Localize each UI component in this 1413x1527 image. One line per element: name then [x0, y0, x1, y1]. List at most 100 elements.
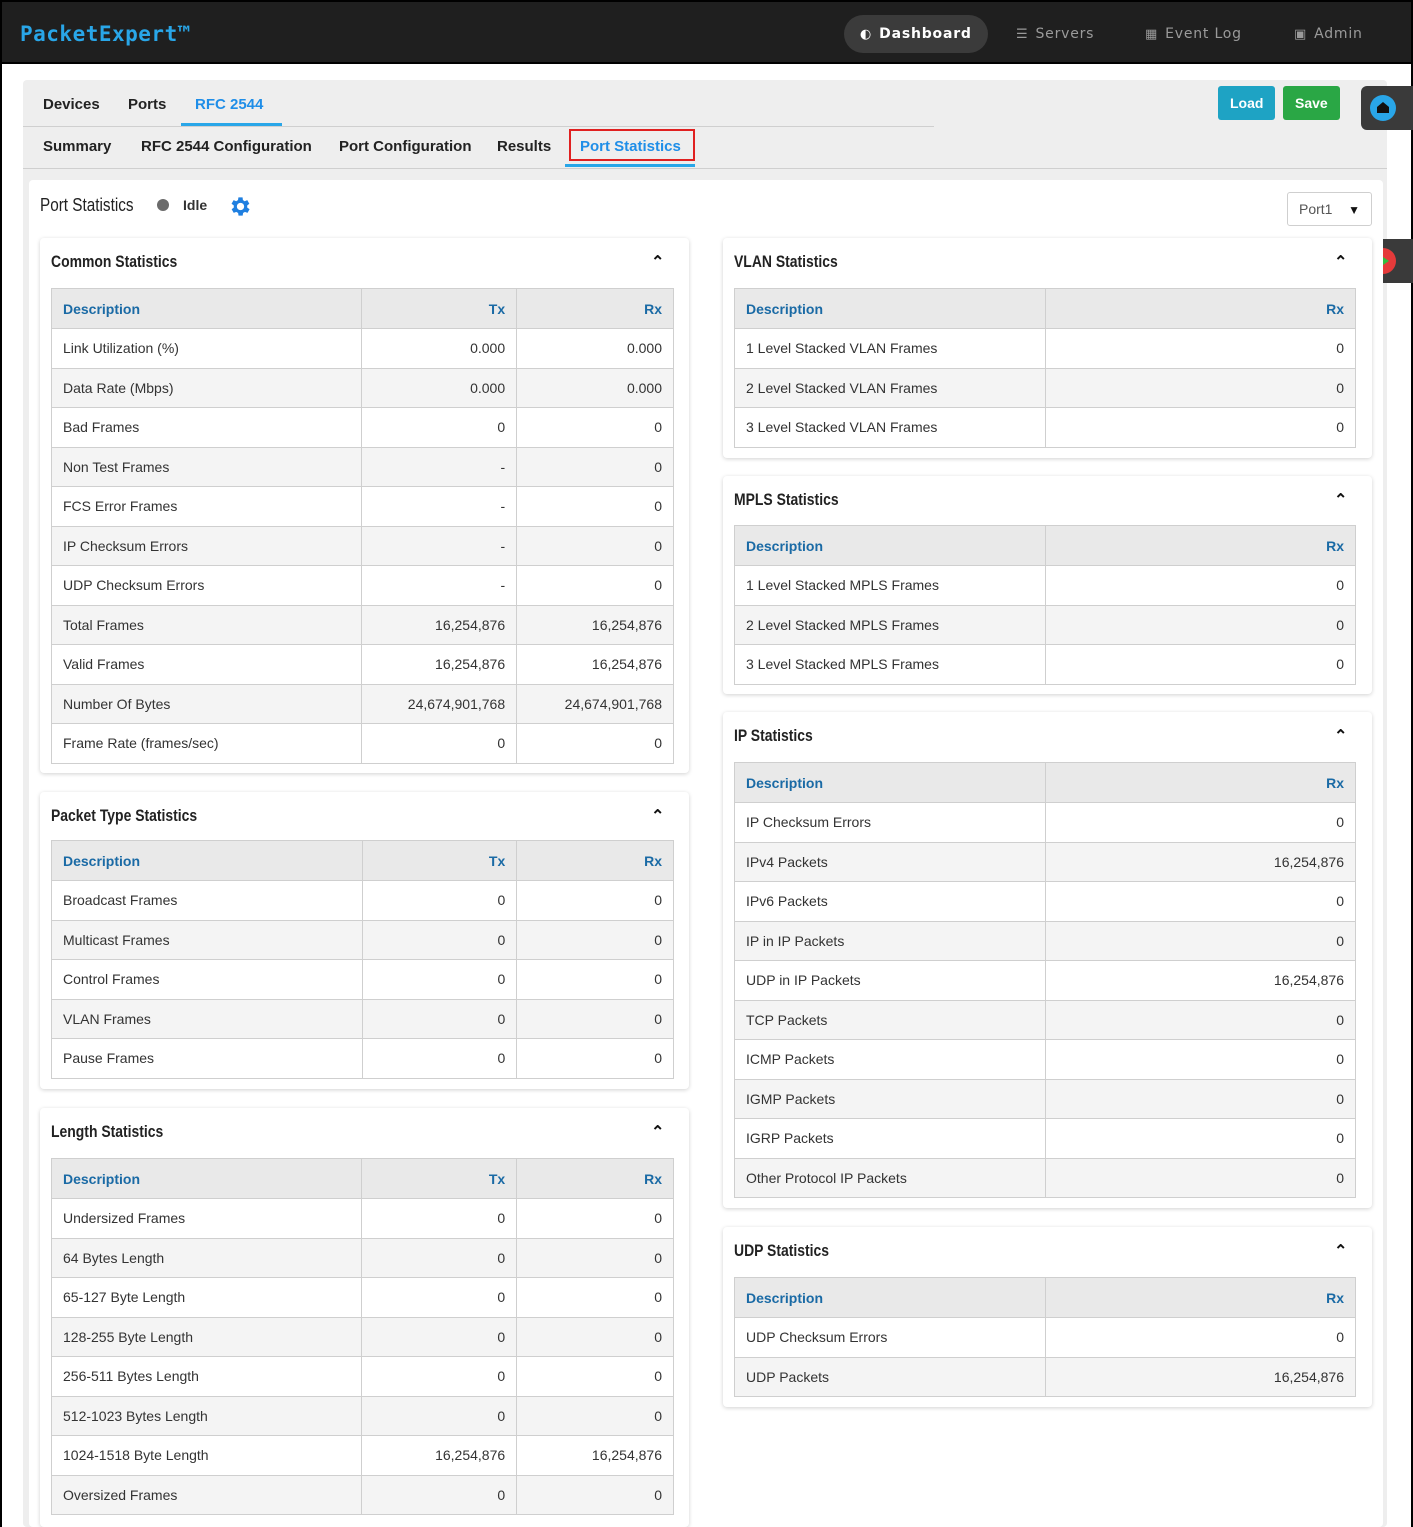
- table-row: VLAN Frames 0 0: [51, 998, 674, 1039]
- port-select-value: Port1: [1299, 201, 1333, 217]
- length-statistics-card: Length Statistics ⌃ Description Tx Rx Under…: [40, 1108, 689, 1527]
- row-description: 256-511 Bytes Length: [50, 1356, 363, 1397]
- top-tabs: Devices Ports RFC 2544: [23, 84, 934, 127]
- row-value: 0: [516, 880, 674, 921]
- save-button[interactable]: Save: [1283, 86, 1340, 120]
- nav-servers[interactable]: ☰ Servers: [1000, 15, 1110, 53]
- table-header-row: Description Tx Rx: [50, 1158, 674, 1199]
- vlan-statistics-table: Description Rx 1 Level Stacked VLAN Frames…: [734, 288, 1357, 448]
- column-header: Description: [50, 1158, 363, 1199]
- row-description: 65-127 Byte Length: [50, 1277, 363, 1318]
- row-value: -: [361, 565, 518, 606]
- table-row: Data Rate (Mbps) 0.000 0.000: [50, 367, 674, 408]
- table-row: Total Frames 16,254,876 16,254,876: [50, 604, 674, 645]
- gear-icon[interactable]: [228, 194, 253, 219]
- table-row: IP in IP Packets 0: [734, 920, 1356, 961]
- row-value: 0: [1044, 999, 1356, 1040]
- table-row: 512-1023 Bytes Length 0 0: [50, 1395, 674, 1436]
- column-header: Description: [734, 762, 1046, 803]
- tab-summary[interactable]: Summary: [43, 138, 111, 155]
- collapse-chevron-icon[interactable]: ⌃: [1334, 490, 1347, 510]
- row-description: Valid Frames: [50, 644, 363, 685]
- dashboard-icon: ◐: [860, 26, 873, 42]
- row-description: Control Frames: [51, 959, 363, 1000]
- row-value: 16,254,876: [361, 1435, 518, 1476]
- tab-ports[interactable]: Ports: [128, 96, 166, 113]
- row-value: 0: [516, 1356, 674, 1397]
- row-description: Bad Frames: [50, 407, 363, 448]
- row-value: 0: [1044, 920, 1356, 961]
- table-row: 128-255 Byte Length 0 0: [50, 1316, 674, 1357]
- row-description: Non Test Frames: [50, 446, 363, 487]
- table-row: IP Checksum Errors -0: [50, 525, 674, 566]
- mpls-statistics-card: MPLS Statistics ⌃ Description Rx 1 Level S…: [723, 476, 1372, 694]
- row-value: 0: [516, 1395, 674, 1436]
- column-header: Rx: [1044, 1277, 1356, 1318]
- row-value: 0: [361, 1356, 518, 1397]
- page-title: Port Statistics: [40, 195, 134, 215]
- row-description: VLAN Frames: [51, 998, 363, 1039]
- load-button[interactable]: Load: [1218, 86, 1276, 120]
- table-header-row: Description Rx: [734, 288, 1357, 329]
- mpls-statistics-table: Description Rx 1 Level Stacked MPLS Frames…: [734, 525, 1357, 685]
- tab-devices[interactable]: Devices: [43, 96, 100, 113]
- calendar-icon: ▦: [1145, 26, 1159, 42]
- row-value: 0: [516, 565, 674, 606]
- table-row: 2 Level Stacked VLAN Frames 0: [734, 367, 1357, 408]
- tab-port-statistics[interactable]: Port Statistics: [580, 138, 681, 155]
- row-value: 0: [1044, 604, 1357, 645]
- row-value: 0: [1044, 644, 1357, 685]
- tab-rfc2544[interactable]: RFC 2544: [195, 96, 263, 113]
- active-subtab-indicator: [565, 164, 695, 167]
- tab-port-configuration[interactable]: Port Configuration: [339, 138, 471, 155]
- row-description: TCP Packets: [734, 999, 1046, 1040]
- ip-statistics-card: IP Statistics ⌃ Description Rx IP Checksum…: [723, 712, 1372, 1208]
- table-row: 65-127 Byte Length 0 0: [50, 1277, 674, 1318]
- table-row: Valid Frames 16,254,876 16,254,876: [50, 644, 674, 685]
- port-select[interactable]: Port1 ▼: [1287, 192, 1372, 226]
- tab-rfc2544-configuration[interactable]: RFC 2544 Configuration: [141, 138, 312, 155]
- column-header: Description: [734, 525, 1046, 566]
- row-value: 0: [516, 1474, 674, 1515]
- nav-dashboard[interactable]: ◐ Dashboard: [844, 15, 988, 53]
- table-header-row: Description Rx: [734, 525, 1357, 566]
- nav-event-log-label: Event Log: [1165, 26, 1242, 42]
- brand-logo[interactable]: PacketExpert™: [20, 22, 191, 46]
- collapse-chevron-icon[interactable]: ⌃: [1334, 252, 1347, 272]
- length-statistics-title: Length Statistics: [51, 1122, 164, 1141]
- collapse-chevron-icon[interactable]: ⌃: [1334, 1241, 1347, 1261]
- row-value: 0: [1044, 1078, 1356, 1119]
- row-description: IGMP Packets: [734, 1078, 1046, 1119]
- collapse-chevron-icon[interactable]: ⌃: [651, 806, 664, 826]
- tab-results[interactable]: Results: [497, 138, 551, 155]
- ip-statistics-title: IP Statistics: [734, 726, 813, 745]
- table-row: Other Protocol IP Packets 0: [734, 1157, 1356, 1198]
- table-row: TCP Packets 0: [734, 999, 1356, 1040]
- row-description: Pause Frames: [51, 1038, 363, 1079]
- side-home-button[interactable]: [1361, 86, 1413, 130]
- row-value: 16,254,876: [1044, 960, 1356, 1001]
- column-header: Description: [51, 840, 363, 881]
- table-row: Non Test Frames -0: [50, 446, 674, 487]
- row-value: 0: [516, 446, 674, 487]
- packet-type-statistics-title: Packet Type Statistics: [51, 806, 198, 825]
- nav-event-log[interactable]: ▦ Event Log: [1129, 15, 1258, 53]
- table-row: IGRP Packets 0: [734, 1118, 1356, 1159]
- nav-dashboard-label: Dashboard: [879, 26, 972, 42]
- row-value: 0: [361, 1395, 518, 1436]
- collapse-chevron-icon[interactable]: ⌃: [651, 1122, 664, 1142]
- table-row: Oversized Frames 0 0: [50, 1474, 674, 1515]
- column-header: Rx: [516, 1158, 674, 1199]
- row-value: 0: [1044, 407, 1357, 448]
- table-row: UDP Checksum Errors 0: [734, 1317, 1356, 1358]
- collapse-chevron-icon[interactable]: ⌃: [651, 252, 664, 272]
- nav-admin[interactable]: ▣ Admin: [1278, 15, 1379, 53]
- row-value: 0: [516, 919, 674, 960]
- row-description: UDP Checksum Errors: [50, 565, 363, 606]
- row-value: 0: [361, 1277, 518, 1318]
- collapse-chevron-icon[interactable]: ⌃: [1334, 726, 1347, 746]
- row-value: 0: [1044, 802, 1356, 843]
- caret-down-icon: ▼: [1348, 203, 1360, 217]
- table-row: Broadcast Frames 0 0: [51, 880, 674, 921]
- row-description: 1 Level Stacked VLAN Frames: [734, 328, 1046, 369]
